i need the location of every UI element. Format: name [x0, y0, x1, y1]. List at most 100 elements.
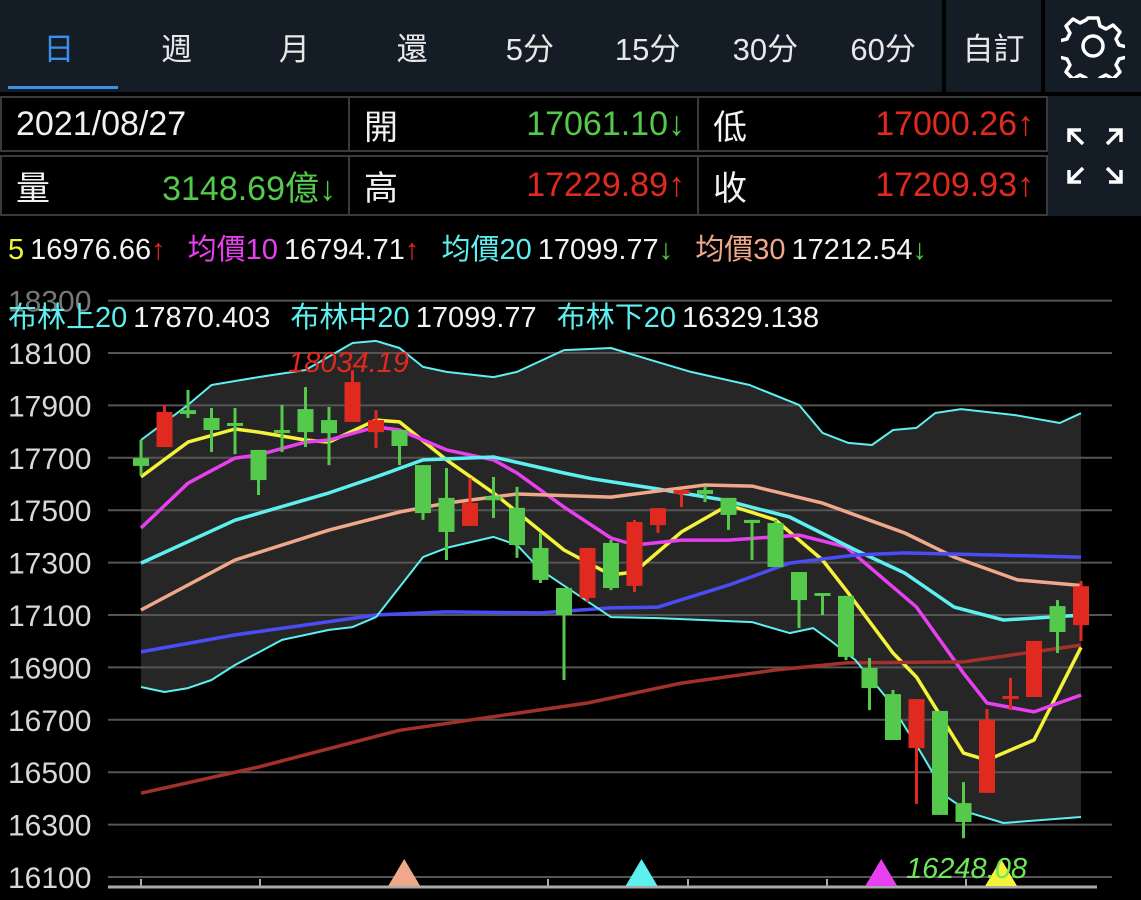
- y-tick-label: 17300: [8, 548, 91, 581]
- tab-restore[interactable]: 還: [353, 0, 471, 92]
- candle-body: [861, 667, 878, 689]
- high-value: 17229.89↑: [526, 166, 685, 204]
- bb-upper-label: 布林上20: [8, 302, 128, 334]
- ma5-value: 16976.66: [30, 234, 152, 266]
- settings-button[interactable]: [1045, 0, 1141, 92]
- candle-body: [274, 430, 290, 434]
- y-tick-label: 17100: [8, 600, 91, 633]
- bb-mid-label: 布林中20: [290, 302, 410, 334]
- candle-body: [180, 410, 196, 415]
- moving-average-legend: 5 16976.66↑ 均價10 16794.71↑ 均價20 17099.77↓ 均…: [8, 226, 933, 268]
- period-tab-bar: 日 週 月 還 5分 15分 30分 60分 自訂: [0, 0, 1141, 92]
- bb-mid-value: 17099.77: [415, 302, 537, 334]
- tab-60min[interactable]: 60分: [824, 0, 942, 92]
- ma30-value: 17212.54: [791, 234, 913, 266]
- period-tabs: 日 週 月 還 5分 15分 30分 60分: [0, 0, 942, 92]
- volume-value: 3148.69億↓: [162, 170, 336, 208]
- open-value: 17061.10↓: [526, 104, 685, 143]
- high-price-label: 18034.19: [288, 347, 409, 379]
- close-label: 收: [713, 170, 747, 208]
- tab-day[interactable]: 日: [0, 0, 118, 92]
- candle-body: [368, 420, 384, 433]
- open-cell: 開 17061.10↓: [348, 96, 699, 152]
- y-tick-label: 17700: [8, 443, 91, 476]
- close-value: 17209.93↑: [875, 166, 1034, 204]
- bb-upper-value: 17870.403: [133, 302, 271, 334]
- candle-body: [744, 519, 760, 524]
- ma10-value: 16794.71: [283, 234, 405, 266]
- candle-body: [250, 449, 267, 481]
- y-tick-label: 16500: [8, 757, 91, 790]
- candle-body: [462, 502, 478, 526]
- candle-body: [579, 547, 596, 598]
- quote-info-table: 2021/08/27 開 17061.10↓ 低 17000.26↑ 量 314…: [0, 96, 1048, 216]
- bollinger-legend: 布林上20 17870.403 布林中20 17099.77 布林下20 16329.…: [8, 294, 825, 336]
- candle-body: [697, 490, 713, 494]
- candle-body: [227, 422, 243, 426]
- low-cell: 低 17000.26↑: [697, 96, 1048, 152]
- ma5-label: 5: [8, 234, 25, 266]
- candle-body: [1073, 586, 1089, 626]
- candle-body: [556, 588, 572, 615]
- candle-body: [814, 592, 831, 596]
- candle-body: [955, 803, 972, 822]
- candle-body: [1026, 640, 1042, 698]
- signal-triangle-marker: [388, 859, 421, 886]
- ma20-arrow: ↓: [658, 234, 674, 266]
- candle-body: [720, 497, 737, 515]
- date-value: 2021/08/27: [16, 104, 187, 143]
- ma10-label: 均價10: [187, 234, 278, 266]
- y-tick-label: 16300: [8, 810, 91, 843]
- low-value: 17000.26↑: [875, 104, 1034, 143]
- candle-body: [979, 720, 995, 793]
- y-tick-label: 17500: [8, 495, 91, 528]
- candle-body: [885, 694, 901, 740]
- ma10-arrow: ↑: [404, 234, 420, 266]
- ma5-arrow: ↑: [151, 234, 166, 266]
- bb-lower-value: 16329.138: [681, 302, 820, 334]
- tab-15min[interactable]: 15分: [589, 0, 707, 92]
- y-tick-label: 17900: [8, 390, 91, 423]
- candle-body: [1002, 695, 1019, 699]
- close-cell: 收 17209.93↑: [697, 155, 1048, 216]
- candle-body: [203, 417, 220, 431]
- low-label: 低: [713, 108, 747, 147]
- candle-body: [391, 430, 408, 447]
- candle-body: [509, 507, 525, 546]
- volume-label: 量: [16, 170, 50, 208]
- ma30-label: 均價30: [695, 234, 786, 266]
- tab-30min[interactable]: 30分: [707, 0, 825, 92]
- high-label: 高: [364, 170, 398, 208]
- ma30-arrow: ↓: [912, 234, 928, 266]
- y-tick-label: 18100: [8, 338, 91, 371]
- candle-body: [485, 496, 502, 501]
- bb-lower-label: 布林下20: [556, 302, 676, 334]
- candle-body: [626, 521, 643, 586]
- y-tick-label: 16900: [8, 652, 91, 685]
- tab-week[interactable]: 週: [118, 0, 236, 92]
- candle-body: [344, 382, 361, 422]
- candle-body: [932, 710, 948, 815]
- ma20-label: 均價20: [441, 234, 532, 266]
- tab-5min[interactable]: 5分: [471, 0, 589, 92]
- signal-triangle-marker: [865, 859, 898, 886]
- custom-period-button[interactable]: 自訂: [946, 0, 1041, 92]
- candle-body: [791, 572, 807, 601]
- y-tick-label: 16100: [8, 862, 91, 895]
- candle-body: [297, 409, 314, 433]
- signal-triangle-marker: [625, 859, 658, 886]
- candle-body: [438, 497, 455, 532]
- tab-month[interactable]: 月: [236, 0, 354, 92]
- gear-icon: [1061, 16, 1125, 78]
- volume-cell: 量 3148.69億↓: [0, 155, 350, 216]
- candle-body: [133, 458, 149, 466]
- y-tick-label: 16700: [8, 705, 91, 738]
- fullscreen-button[interactable]: [1048, 96, 1141, 216]
- candle-body: [1049, 606, 1066, 633]
- candle-body: [603, 542, 619, 589]
- low-price-label: 16248.08: [906, 853, 1027, 885]
- candle-body: [908, 699, 925, 749]
- candle-body: [532, 547, 549, 580]
- candle-body: [673, 490, 690, 494]
- candle-body: [321, 420, 337, 434]
